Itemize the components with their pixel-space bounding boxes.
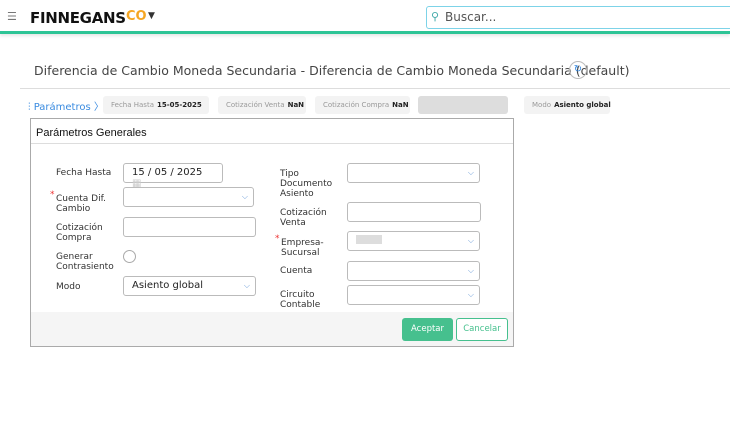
cuenta-select[interactable]: ⌵	[347, 261, 480, 281]
cotizacion-compra-label: Cotización Compra	[56, 223, 103, 243]
chevron-down-icon[interactable]: ▼	[148, 11, 155, 21]
chevron-down-icon: ⌵	[241, 192, 248, 201]
search-input[interactable]: Buscar...	[426, 6, 730, 29]
cuenta-label: Cuenta	[280, 266, 313, 276]
parameters-toggle[interactable]: ⫶ Parámetros 〉	[28, 98, 104, 113]
fecha-hasta-label: Fecha Hasta	[56, 168, 112, 178]
fecha-hasta-input[interactable]: 15 / 05 / 2025 ▦	[123, 163, 223, 189]
cuenta-dif-label: Cuenta Dif. Cambio	[56, 194, 106, 214]
generar-contrasiento-label: Generar Contrasiento	[56, 252, 114, 272]
chevron-down-icon: ⌵	[243, 281, 250, 290]
accept-button[interactable]: Aceptar	[402, 318, 453, 341]
parameters-dialog: Parámetros Generales Fecha Hasta 15 / 05…	[30, 118, 514, 347]
divider	[31, 143, 513, 144]
chip-fecha-hasta[interactable]: Fecha Hasta 15-05-2025	[103, 96, 209, 114]
required-marker: *	[50, 190, 55, 200]
cotizacion-venta-input[interactable]	[347, 202, 481, 222]
chip-cotizacion-venta[interactable]: Cotización Venta NaN	[218, 96, 306, 114]
empresa-sucursal-select[interactable]: ⌵	[347, 231, 480, 251]
redacted-value	[356, 235, 382, 244]
cuenta-dif-select[interactable]: ⌵	[123, 187, 254, 207]
circuito-contable-label: Circuito Contable	[280, 290, 321, 310]
refresh-icon[interactable]: ↻	[569, 61, 587, 79]
circuito-contable-select[interactable]: ⌵	[347, 285, 480, 305]
page-title: Diferencia de Cambio Moneda Secundaria -…	[34, 63, 630, 78]
tipo-documento-select[interactable]: ⌵	[347, 163, 480, 183]
search-icon: ⚲	[431, 10, 440, 23]
brand-mark-icon: CO	[126, 9, 147, 24]
generar-contrasiento-toggle[interactable]	[123, 250, 136, 263]
chip-cotizacion-compra[interactable]: Cotización Compra NaN	[315, 96, 410, 114]
cancel-button[interactable]: Cancelar	[456, 318, 508, 341]
brand-logo[interactable]: FINNEGANS	[30, 9, 126, 27]
chevron-down-icon: ⌵	[467, 168, 474, 177]
tipo-documento-label: Tipo Documento Asiento	[280, 169, 333, 199]
cotizacion-venta-label: Cotización Venta	[280, 208, 327, 228]
chip-modo[interactable]: Modo Asiento global	[524, 96, 611, 114]
divider	[20, 88, 730, 89]
dialog-title: Parámetros Generales	[36, 127, 147, 139]
chevron-down-icon: ⌵	[467, 236, 474, 245]
modo-label: Modo	[56, 282, 81, 292]
chip-redacted[interactable]	[418, 96, 508, 114]
empresa-sucursal-label: Empresa-Sucursal	[281, 238, 324, 258]
hamburger-menu-icon[interactable]: ☰	[7, 10, 17, 23]
modo-select[interactable]: Asiento global ⌵	[123, 276, 256, 296]
cotizacion-compra-input[interactable]	[123, 217, 256, 237]
required-marker: *	[275, 234, 280, 244]
chevron-down-icon: ⌵	[467, 290, 474, 299]
chevron-down-icon: ⌵	[467, 266, 474, 275]
top-bar: ☰ FINNEGANS CO ▼ Buscar... ⚲	[0, 0, 730, 34]
